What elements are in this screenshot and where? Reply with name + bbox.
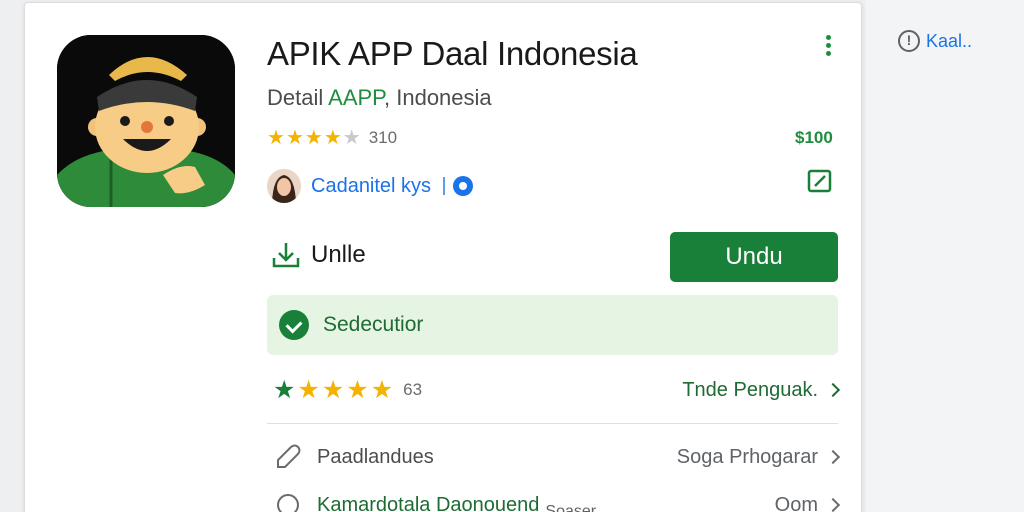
more-options-icon[interactable] xyxy=(822,33,834,63)
star-icon: ★ xyxy=(323,127,342,149)
rating-row: ★ ★ ★ ★ ★ 310 xyxy=(267,127,397,149)
star-empty-icon: ★ xyxy=(342,127,361,149)
download-row: Unlle xyxy=(271,235,366,275)
star-icon: ★ xyxy=(346,375,369,404)
edit-icon[interactable] xyxy=(807,168,833,194)
download-icon xyxy=(272,243,300,268)
star-icon: ★ xyxy=(304,127,323,149)
price: $100 xyxy=(795,128,833,147)
subtitle-accent: AAPP xyxy=(328,85,385,110)
side-link[interactable]: Kaal.. xyxy=(898,30,972,52)
developer-name: Cadanitel kys xyxy=(311,174,432,197)
developer-row[interactable]: Cadanitel kys xyxy=(267,168,474,204)
star-icon: ★ xyxy=(297,375,320,404)
star-icon: ★ xyxy=(273,375,296,404)
divider xyxy=(267,423,838,424)
app-detail-card: APIK APP Daal Indonesia Detail AAPP, Ind… xyxy=(24,2,862,512)
comment-icon xyxy=(277,494,299,512)
subtitle-suffix: , Indonesia xyxy=(384,85,492,110)
list-item[interactable]: Paadlandues Soga Prhogarar xyxy=(273,439,841,475)
side-link-label: Kaal.. xyxy=(926,30,973,51)
list-item-value-text: Oom xyxy=(774,493,818,512)
reviews-link-label: Tnde Penguak. xyxy=(682,378,818,401)
list-item-label: Kamardotala Daonouend xyxy=(317,493,540,512)
star-icon: ★ xyxy=(267,127,285,149)
list-item-value-text: Soga Prhogarar xyxy=(676,445,818,468)
divider-bar xyxy=(443,177,446,195)
star-icon: ★ xyxy=(285,127,304,149)
app-title: APIK APP Daal Indonesia xyxy=(267,35,638,72)
list-item[interactable]: Kamardotala Daonouend Soaser Oom xyxy=(273,487,841,512)
review-stars: ★ ★ ★ ★ ★ xyxy=(273,375,394,404)
rating-stars: ★ ★ ★ ★ ★ xyxy=(267,128,361,148)
banner-text: Sedecutior xyxy=(323,313,424,336)
check-icon xyxy=(279,310,309,340)
download-label: Unlle xyxy=(311,241,366,268)
reviews-row: ★ ★ ★ ★ ★ 63 Tnde Penguak. xyxy=(273,375,841,405)
app-icon xyxy=(57,35,235,207)
tag-icon xyxy=(277,444,301,468)
review-count: 63 xyxy=(403,380,423,399)
reviews-link[interactable]: Tnde Penguak. xyxy=(682,378,841,402)
list-item-middle: Soaser xyxy=(545,503,597,512)
list-item-label: Paadlandues xyxy=(317,445,434,468)
install-button[interactable]: Undu xyxy=(670,232,838,282)
star-icon: ★ xyxy=(321,375,345,404)
developer-avatar xyxy=(267,169,301,203)
chevron-right-icon xyxy=(825,382,841,398)
app-subtitle: Detail AAPP, Indonesia xyxy=(267,85,492,111)
status-banner: Sedecutior xyxy=(267,295,838,355)
list-item-value: Oom xyxy=(774,493,841,512)
mascot-icon xyxy=(57,35,235,207)
info-icon xyxy=(898,30,920,52)
chevron-right-icon xyxy=(825,449,841,465)
subtitle-prefix: Detail xyxy=(267,85,329,110)
right-pane xyxy=(866,0,1024,512)
rating-count: 310 xyxy=(368,128,398,147)
verified-icon xyxy=(453,176,474,196)
list-item-value: Soga Prhogarar xyxy=(676,445,841,469)
star-icon: ★ xyxy=(370,375,394,404)
chevron-right-icon xyxy=(825,497,841,512)
